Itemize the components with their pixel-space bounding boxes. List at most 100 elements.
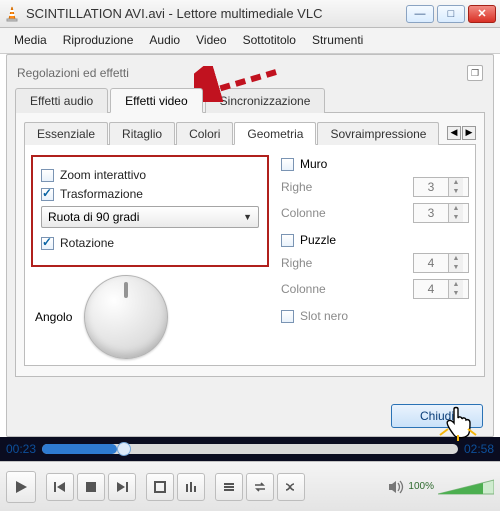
spinner-down-icon[interactable]: ▼ (448, 289, 463, 298)
next-button[interactable] (108, 473, 136, 501)
shuffle-icon (284, 481, 298, 493)
tab-sovraimpressione[interactable]: Sovraimpressione (317, 122, 439, 145)
spinner-down-icon[interactable]: ▼ (448, 213, 463, 222)
volume-control: 100% (388, 478, 494, 496)
menu-audio[interactable]: Audio (141, 31, 188, 49)
zoom-interattivo-checkbox[interactable] (41, 169, 54, 182)
equalizer-icon (185, 481, 197, 493)
playlist-icon (223, 481, 235, 493)
stop-button[interactable] (77, 473, 105, 501)
puzzle-colonne-input[interactable] (414, 282, 448, 296)
puzzle-checkbox[interactable] (281, 234, 294, 247)
spinner-up-icon[interactable]: ▲ (448, 254, 463, 263)
puzzle-righe-spinner[interactable]: ▲▼ (413, 253, 469, 273)
shuffle-button[interactable] (277, 473, 305, 501)
playlist-button[interactable] (215, 473, 243, 501)
menu-sottotitolo[interactable]: Sottotitolo (235, 31, 304, 49)
prev-button[interactable] (46, 473, 74, 501)
tab-scroll-right[interactable]: ▶ (462, 126, 476, 140)
muro-colonne-spinner[interactable]: ▲▼ (413, 203, 469, 223)
puzzle-righe-input[interactable] (414, 256, 448, 270)
tab-geometria[interactable]: Geometria (234, 122, 316, 145)
volume-slider[interactable] (438, 478, 494, 496)
loop-button[interactable] (246, 473, 274, 501)
window-buttons: — □ ✕ (406, 5, 496, 23)
titlebar: SCINTILLATION AVI.avi - Lettore multimed… (0, 0, 500, 28)
elapsed-time: 00:23 (6, 442, 36, 456)
dialog-title: Regolazioni ed effetti (17, 66, 129, 80)
geometria-panel: Zoom interattivo Trasformazione Ruota di… (24, 145, 476, 366)
ext-settings-button[interactable] (177, 473, 205, 501)
seek-slider[interactable] (42, 444, 458, 454)
skip-forward-icon (115, 481, 129, 493)
skip-back-icon (53, 481, 67, 493)
fullscreen-icon (154, 481, 166, 493)
menu-strumenti[interactable]: Strumenti (304, 31, 371, 49)
zoom-interattivo-label: Zoom interattivo (60, 168, 146, 182)
seek-handle[interactable] (117, 442, 131, 456)
fullscreen-button[interactable] (146, 473, 174, 501)
minimize-button[interactable]: — (406, 5, 434, 23)
tab-effetti-video[interactable]: Effetti video (110, 88, 202, 113)
tab-scroll-left[interactable]: ◀ (447, 126, 461, 140)
angle-dial[interactable] (84, 275, 168, 359)
puzzle-label: Puzzle (300, 233, 336, 247)
seek-timeline: 00:23 02:58 (0, 437, 500, 461)
effects-dialog: Regolazioni ed effetti ❐ Effetti audio E… (6, 54, 494, 437)
play-icon (14, 480, 28, 494)
menu-riproduzione[interactable]: Riproduzione (55, 31, 142, 49)
tabs-level1: Effetti audio Effetti video Sincronizzaz… (15, 87, 485, 113)
spinner-up-icon[interactable]: ▲ (448, 280, 463, 289)
rotazione-checkbox[interactable] (41, 237, 54, 250)
tab-ritaglio[interactable]: Ritaglio (109, 122, 175, 145)
dialog-restore-button[interactable]: ❐ (467, 65, 483, 81)
play-button[interactable] (6, 471, 36, 503)
puzzle-colonne-spinner[interactable]: ▲▼ (413, 279, 469, 299)
trasformazione-label: Trasformazione (60, 187, 143, 201)
volume-percent: 100% (408, 481, 434, 492)
trasformazione-checkbox[interactable] (41, 188, 54, 201)
tab-sincronizzazione[interactable]: Sincronizzazione (205, 88, 326, 113)
close-button[interactable]: ✕ (468, 5, 496, 23)
rotazione-label: Rotazione (60, 236, 114, 250)
muro-label: Muro (300, 157, 327, 171)
muro-colonne-input[interactable] (414, 206, 448, 220)
angolo-label: Angolo (35, 310, 72, 324)
menubar: Media Riproduzione Audio Video Sottotito… (0, 28, 500, 54)
muro-righe-label: Righe (281, 180, 407, 194)
maximize-button[interactable]: □ (437, 5, 465, 23)
muro-checkbox[interactable] (281, 158, 294, 171)
total-time: 02:58 (464, 442, 494, 456)
transformation-combo-value: Ruota di 90 gradi (48, 210, 139, 224)
muro-righe-spinner[interactable]: ▲▼ (413, 177, 469, 197)
muro-colonne-label: Colonne (281, 206, 407, 220)
spinner-down-icon[interactable]: ▼ (448, 187, 463, 196)
tab-effetti-audio[interactable]: Effetti audio (15, 88, 108, 113)
chiudi-button[interactable]: Chiudi (391, 404, 483, 428)
player-controls: 100% (0, 461, 500, 511)
highlight-box: Zoom interattivo Trasformazione Ruota di… (31, 155, 269, 267)
window-title: SCINTILLATION AVI.avi - Lettore multimed… (26, 6, 406, 21)
tabpane-effetti-video: Essenziale Ritaglio Colori Geometria Sov… (15, 113, 485, 377)
slot-nero-label: Slot nero (300, 309, 348, 323)
puzzle-colonne-label: Colonne (281, 282, 407, 296)
spinner-up-icon[interactable]: ▲ (448, 204, 463, 213)
menu-media[interactable]: Media (6, 31, 55, 49)
tab-essenziale[interactable]: Essenziale (24, 122, 108, 145)
transformation-combo[interactable]: Ruota di 90 gradi ▼ (41, 206, 259, 228)
chevron-down-icon: ▼ (243, 212, 252, 222)
stop-icon (85, 481, 97, 493)
tab-scroll-arrows: ◀ ▶ (447, 126, 476, 140)
speaker-icon (388, 480, 404, 494)
slot-nero-checkbox[interactable] (281, 310, 294, 323)
tabs-level2: Essenziale Ritaglio Colori Geometria Sov… (24, 121, 447, 144)
muro-righe-input[interactable] (414, 180, 448, 194)
spinner-up-icon[interactable]: ▲ (448, 178, 463, 187)
spinner-down-icon[interactable]: ▼ (448, 263, 463, 272)
vlc-icon (4, 6, 20, 22)
puzzle-righe-label: Righe (281, 256, 407, 270)
tab-colori[interactable]: Colori (176, 122, 233, 145)
loop-icon (253, 481, 267, 493)
menu-video[interactable]: Video (188, 31, 234, 49)
seek-fill (42, 444, 117, 454)
